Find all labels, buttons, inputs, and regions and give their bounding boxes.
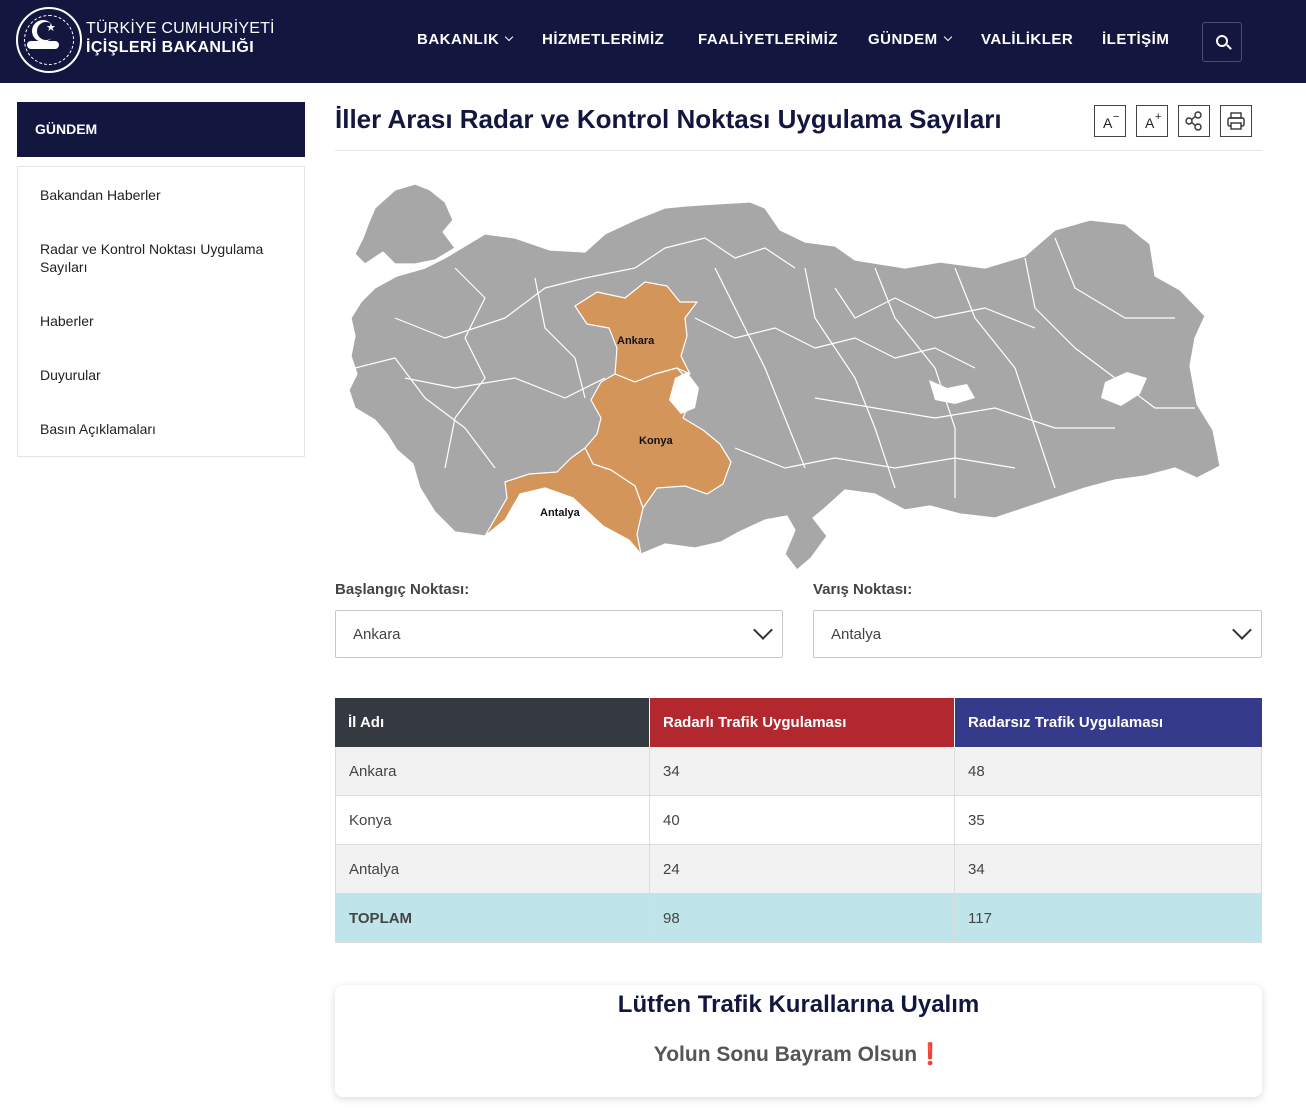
sidebar-menu: Bakandan Haberler Radar ve Kontrol Nokta… — [17, 166, 305, 457]
cell-province: Antalya — [335, 845, 650, 894]
share-icon — [1185, 111, 1202, 131]
header-province-name: İl Adı — [335, 698, 650, 747]
table-row: Konya 40 35 — [335, 796, 1262, 845]
map-label-konya: Konya — [639, 435, 674, 447]
nav-item-bakanlik[interactable]: BAKANLIK — [417, 31, 514, 48]
brand-name[interactable]: TÜRKİYE CUMHURİYETİ İÇİŞLERİ BAKANLIĞI — [86, 20, 275, 57]
nav-item-hizmetlerimiz[interactable]: HİZMETLERİMİZ — [542, 31, 664, 48]
end-point-value: Antalya — [831, 626, 882, 643]
cell-total-no-radar: 117 — [955, 894, 1262, 943]
table-row: Ankara 34 48 — [335, 747, 1262, 796]
exclamation-icon: ❗ — [917, 1043, 944, 1066]
end-point-label: Varış Noktası: — [813, 581, 913, 598]
share-button[interactable] — [1178, 105, 1210, 137]
font-decrease-sign: − — [1113, 111, 1120, 123]
search-button[interactable] — [1202, 22, 1242, 62]
sidebar-heading: GÜNDEM — [17, 102, 305, 157]
cell-radar: 34 — [650, 747, 955, 796]
nav-item-faaliyetlerimiz[interactable]: FAALİYETLERİMİZ — [698, 31, 838, 48]
chevron-down-icon — [1232, 620, 1252, 640]
nav-item-valilikler[interactable]: VALİLİKLER — [981, 31, 1073, 48]
wings-icon — [27, 41, 59, 49]
ministry-logo[interactable]: ★ — [16, 7, 82, 73]
nav-item-iletisim[interactable]: İLETİŞİM — [1102, 31, 1169, 48]
brand-line-1: TÜRKİYE CUMHURİYETİ — [86, 20, 275, 37]
header-no-radar-count: Radarsız Trafik Uygulaması — [955, 698, 1262, 747]
notice-subtext-text: Yolun Sonu Bayram Olsun — [653, 1043, 918, 1066]
sidebar-item-basin-aciklamalari[interactable]: Basın Açıklamaları — [40, 420, 290, 438]
notice-subtext: Yolun Sonu Bayram Olsun❗ — [335, 1043, 1262, 1067]
cell-radar: 40 — [650, 796, 955, 845]
map-region-thrace — [354, 183, 456, 265]
sidebar-item-haberler[interactable]: Haberler — [40, 312, 290, 330]
chevron-down-icon — [753, 620, 773, 640]
sidebar-item-bakandan-haberler[interactable]: Bakandan Haberler — [40, 186, 290, 204]
print-button[interactable] — [1220, 105, 1252, 137]
cell-radar: 24 — [650, 845, 955, 894]
cell-no-radar: 34 — [955, 845, 1262, 894]
cell-no-radar: 35 — [955, 796, 1262, 845]
cell-province: Ankara — [335, 747, 650, 796]
font-increase-sign: + — [1155, 111, 1162, 123]
title-divider — [335, 150, 1262, 151]
start-point-label: Başlangıç Noktası: — [335, 581, 470, 598]
page-title: İller Arası Radar ve Kontrol Noktası Uyg… — [335, 104, 1002, 134]
map-label-antalya: Antalya — [540, 507, 581, 519]
table-row: Antalya 24 34 — [335, 845, 1262, 894]
map-label-ankara: Ankara — [617, 335, 655, 347]
font-decrease-button[interactable]: A − — [1094, 105, 1126, 137]
notice-heading: Lütfen Trafik Kurallarına Uyalım — [617, 991, 980, 1018]
search-icon-handle — [1226, 44, 1232, 50]
chevron-down-icon — [505, 32, 514, 42]
font-increase-glyph: A — [1145, 115, 1155, 131]
sidebar-item-radar-kontrol[interactable]: Radar ve Kontrol Noktası Uygulama Sayıla… — [40, 240, 290, 276]
table-header-row: İl Adı Radarlı Trafik Uygulaması Radarsı… — [335, 698, 1262, 747]
cell-province: Konya — [335, 796, 650, 845]
sidebar-item-duyurular[interactable]: Duyurular — [40, 366, 290, 384]
start-point-select[interactable]: Ankara — [335, 610, 783, 658]
cell-no-radar: 48 — [955, 747, 1262, 796]
header-radar-count: Radarlı Trafik Uygulaması — [650, 698, 955, 747]
turkey-province-map[interactable]: Ankara Konya Antalya — [335, 168, 1225, 573]
print-icon — [1227, 112, 1245, 130]
nav-item-gundem[interactable]: GÜNDEM — [868, 31, 952, 48]
cell-total-label: TOPLAM — [335, 894, 650, 943]
font-decrease-glyph: A — [1103, 115, 1113, 131]
traffic-notice-card: Lütfen Trafik Kurallarına Uyalım Yolun S… — [335, 985, 1262, 1097]
font-increase-button[interactable]: A + — [1136, 105, 1168, 137]
end-point-select[interactable]: Antalya — [813, 610, 1262, 658]
cell-total-radar: 98 — [650, 894, 955, 943]
start-point-value: Ankara — [353, 626, 401, 643]
site-header: ★ TÜRKİYE CUMHURİYETİ İÇİŞLERİ BAKANLIĞI… — [0, 0, 1306, 83]
star-icon: ★ — [46, 22, 56, 34]
brand-line-2: İÇİŞLERİ BAKANLIĞI — [86, 39, 255, 56]
table-total-row: TOPLAM 98 117 — [335, 894, 1262, 943]
chevron-down-icon — [943, 32, 952, 42]
